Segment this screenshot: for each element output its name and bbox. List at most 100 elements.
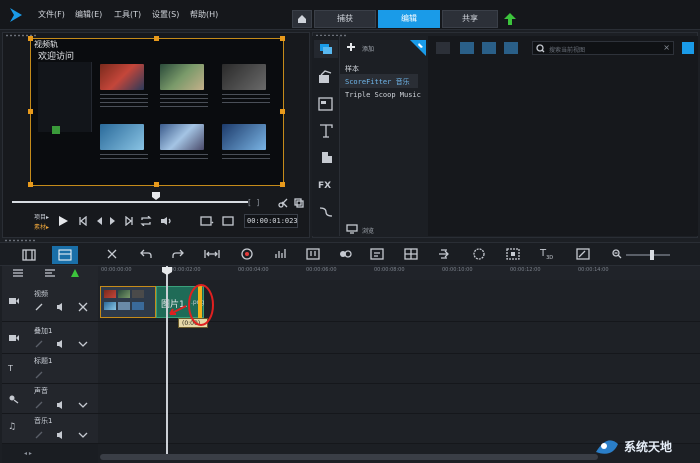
home-start-icon[interactable] bbox=[78, 216, 88, 226]
auto-music-icon[interactable] bbox=[306, 248, 320, 260]
tab-capture[interactable]: 捕获 bbox=[314, 10, 376, 28]
resize-handle[interactable] bbox=[28, 182, 33, 187]
resize-handle[interactable] bbox=[28, 36, 33, 41]
redo-icon[interactable] bbox=[172, 248, 184, 260]
pan-zoom-icon[interactable] bbox=[506, 248, 520, 260]
menu-settings[interactable]: 设置(S) bbox=[152, 9, 179, 20]
search-input[interactable]: 搜索当前视图 × bbox=[532, 41, 674, 55]
resize-handle[interactable] bbox=[280, 182, 285, 187]
title-icon[interactable] bbox=[318, 124, 334, 138]
resize-handle[interactable] bbox=[28, 109, 33, 114]
expand-icon[interactable] bbox=[78, 339, 88, 349]
copy-icon[interactable] bbox=[294, 198, 304, 208]
view-mode-button[interactable] bbox=[682, 42, 694, 54]
timeline-scrollbar[interactable] bbox=[100, 454, 598, 460]
play-button[interactable] bbox=[56, 214, 70, 228]
ripple-edit-icon[interactable] bbox=[78, 302, 88, 312]
graphics-icon[interactable] bbox=[318, 151, 334, 165]
library-item-sample[interactable]: 样本 bbox=[345, 64, 359, 74]
welcome-thumbnail[interactable] bbox=[160, 124, 204, 150]
tab-share[interactable]: 共享 bbox=[442, 10, 498, 28]
add-label[interactable]: 添加 bbox=[362, 44, 374, 53]
show-videos-button[interactable] bbox=[460, 42, 474, 54]
playhead[interactable] bbox=[166, 266, 168, 456]
welcome-thumbnail[interactable] bbox=[160, 64, 204, 90]
browse-icon[interactable] bbox=[346, 224, 358, 234]
end-icon[interactable] bbox=[124, 216, 134, 226]
3d-title-editor-icon[interactable]: T3D bbox=[540, 248, 553, 261]
menu-edit[interactable]: 编辑(E) bbox=[75, 9, 102, 20]
media-category-active[interactable] bbox=[314, 40, 338, 58]
undo-icon[interactable] bbox=[140, 248, 152, 260]
timecode-field[interactable]: 00:00:01:023 bbox=[244, 214, 298, 228]
path-icon[interactable] bbox=[318, 205, 334, 219]
home-button[interactable] bbox=[292, 10, 312, 28]
link-icon[interactable] bbox=[34, 339, 44, 349]
scissors-icon[interactable] bbox=[278, 198, 288, 208]
resize-handle[interactable] bbox=[280, 109, 285, 114]
welcome-thumbnail[interactable] bbox=[100, 124, 144, 150]
playhead-marker-icon[interactable] bbox=[161, 266, 173, 276]
tools-icon[interactable] bbox=[106, 248, 118, 260]
track-manager-icon[interactable] bbox=[12, 268, 28, 278]
resize-handle[interactable] bbox=[154, 182, 159, 187]
welcome-thumbnail[interactable] bbox=[222, 64, 266, 90]
audio-mixer-icon[interactable] bbox=[274, 248, 288, 260]
show-audio-button[interactable] bbox=[504, 42, 518, 54]
library-item-scorefitter[interactable]: ScoreFitter 音乐 bbox=[345, 77, 410, 87]
timeline-view-button[interactable] bbox=[52, 246, 78, 264]
welcome-thumbnail[interactable] bbox=[222, 124, 266, 150]
scrub-marker-icon[interactable] bbox=[151, 191, 161, 201]
motion-tracking-icon[interactable] bbox=[338, 248, 352, 260]
panel-grip[interactable] bbox=[4, 239, 36, 242]
mute-icon[interactable] bbox=[56, 400, 66, 410]
mute-icon[interactable] bbox=[56, 339, 66, 349]
mute-icon[interactable] bbox=[56, 302, 66, 312]
record-capture-icon[interactable] bbox=[240, 247, 254, 261]
link-icon[interactable] bbox=[34, 400, 44, 410]
browse-label[interactable]: 浏览 bbox=[362, 226, 374, 235]
transition-icon[interactable] bbox=[318, 97, 334, 111]
project-mode-label[interactable]: 项目▸ bbox=[34, 212, 49, 221]
painting-creator-icon[interactable] bbox=[576, 248, 590, 260]
link-icon[interactable] bbox=[34, 430, 44, 440]
show-photos-button[interactable] bbox=[482, 42, 496, 54]
filter-fx-icon[interactable]: FX bbox=[318, 181, 331, 191]
folder-button[interactable] bbox=[436, 42, 450, 54]
zoom-out-icon[interactable] bbox=[612, 249, 622, 259]
tab-edit[interactable]: 编辑 bbox=[378, 10, 440, 28]
fit-project-icon[interactable] bbox=[204, 249, 220, 259]
aspect-ratio-icon[interactable] bbox=[200, 216, 214, 226]
pin-icon[interactable] bbox=[410, 40, 426, 56]
welcome-thumbnail[interactable] bbox=[100, 64, 144, 90]
chapter-icon[interactable] bbox=[44, 268, 60, 278]
library-item-triple-scoop[interactable]: Triple Scoop Music bbox=[345, 91, 421, 99]
multi-camera-icon[interactable] bbox=[404, 248, 418, 260]
add-marker-icon[interactable] bbox=[70, 268, 86, 278]
instant-project-icon[interactable] bbox=[318, 70, 334, 84]
volume-icon[interactable] bbox=[160, 216, 172, 226]
mark-in-out-icon[interactable]: [ ] bbox=[248, 198, 259, 207]
resize-handle[interactable] bbox=[280, 36, 285, 41]
clear-search-icon[interactable]: × bbox=[663, 43, 670, 52]
track-lane-title[interactable] bbox=[98, 354, 700, 384]
menu-file[interactable]: 文件(F) bbox=[38, 9, 65, 20]
prev-frame-icon[interactable] bbox=[94, 216, 104, 226]
menu-tools[interactable]: 工具(T) bbox=[114, 9, 141, 20]
fullscreen-icon[interactable] bbox=[222, 216, 236, 226]
expand-icon[interactable] bbox=[78, 430, 88, 440]
clip-mode-label[interactable]: 素材▸ bbox=[34, 222, 49, 231]
storyboard-view-icon[interactable] bbox=[22, 249, 36, 261]
scrub-bar[interactable] bbox=[12, 201, 248, 203]
subtitle-editor-icon[interactable] bbox=[370, 248, 384, 260]
menu-help[interactable]: 帮助(H) bbox=[190, 9, 218, 20]
zoom-slider-thumb[interactable] bbox=[650, 250, 654, 260]
mute-icon[interactable] bbox=[56, 430, 66, 440]
next-frame-icon[interactable] bbox=[108, 216, 118, 226]
resize-handle[interactable] bbox=[154, 36, 159, 41]
repeat-icon[interactable] bbox=[140, 216, 152, 226]
zoom-slider[interactable] bbox=[626, 254, 670, 256]
expand-icon[interactable] bbox=[78, 400, 88, 410]
time-remapping-icon[interactable] bbox=[438, 248, 452, 260]
upload-arrow-icon[interactable] bbox=[503, 12, 517, 26]
